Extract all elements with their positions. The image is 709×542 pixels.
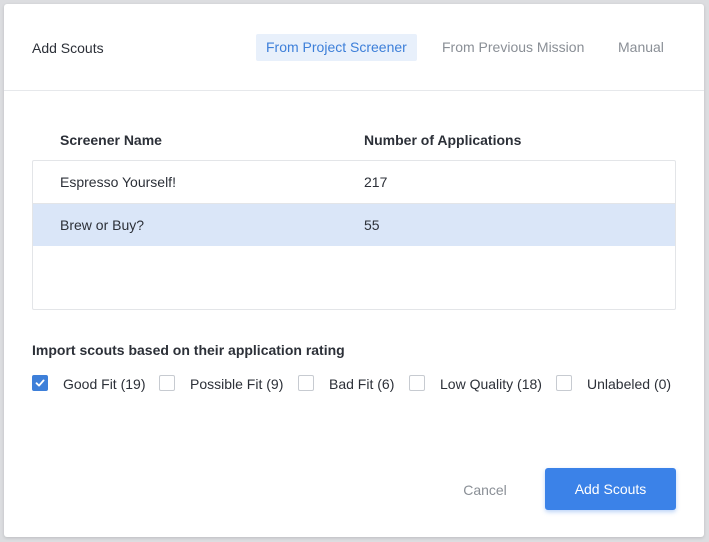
checkbox-unchecked-icon[interactable] xyxy=(298,375,314,391)
checkbox-label: Good Fit (19) xyxy=(63,376,146,392)
checkbox-label: Unlabeled (0) xyxy=(587,376,672,392)
screener-table: Espresso Yourself! 217 Brew or Buy? 55 xyxy=(32,160,676,310)
modal-title: Add Scouts xyxy=(32,40,104,56)
tab-from-project-screener[interactable]: From Project Screener xyxy=(256,34,417,61)
column-header-number-of-applications: Number of Applications xyxy=(364,132,522,148)
table-row[interactable]: Espresso Yourself! 217 xyxy=(33,161,675,204)
application-count-cell: 217 xyxy=(364,174,388,190)
checkbox-unchecked-icon[interactable] xyxy=(409,375,425,391)
rating-filter-heading: Import scouts based on their application… xyxy=(32,342,345,358)
column-header-screener-name: Screener Name xyxy=(60,132,162,148)
checkbox-unchecked-icon[interactable] xyxy=(556,375,572,391)
add-scouts-button[interactable]: Add Scouts xyxy=(545,468,676,510)
checkbox-unchecked-icon[interactable] xyxy=(159,375,175,391)
add-scouts-modal: Add Scouts From Project Screener From Pr… xyxy=(4,4,704,537)
tab-from-previous-mission[interactable]: From Previous Mission xyxy=(432,34,594,61)
checkbox-label: Bad Fit (6) xyxy=(329,376,395,392)
cancel-button[interactable]: Cancel xyxy=(452,479,518,501)
checkbox-label: Possible Fit (9) xyxy=(190,376,284,392)
checkbox-label: Low Quality (18) xyxy=(440,376,542,392)
screener-name-cell: Espresso Yourself! xyxy=(60,174,176,190)
table-row-selected[interactable]: Brew or Buy? 55 xyxy=(33,204,675,246)
tab-manual[interactable]: Manual xyxy=(608,34,674,61)
screener-name-cell: Brew or Buy? xyxy=(60,217,145,233)
modal-header: Add Scouts From Project Screener From Pr… xyxy=(4,4,704,91)
application-count-cell: 55 xyxy=(364,217,380,233)
checkbox-checked-icon[interactable] xyxy=(32,375,48,391)
